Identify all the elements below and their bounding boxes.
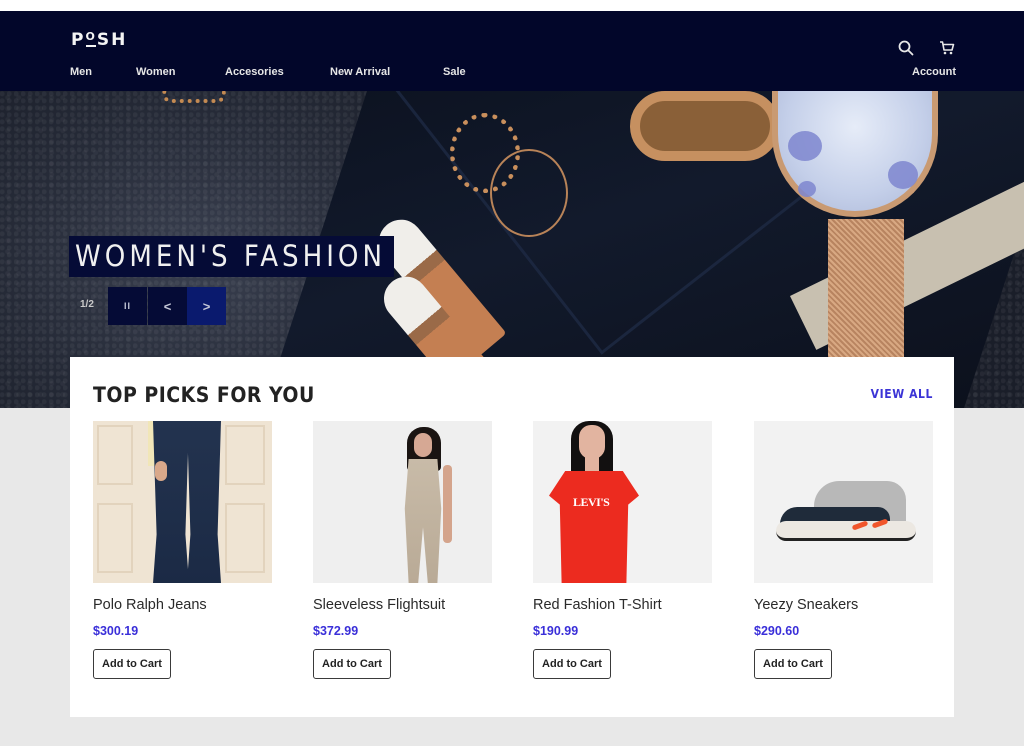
product-name[interactable]: Red Fashion T-Shirt <box>533 597 713 613</box>
pause-icon: II <box>123 301 131 311</box>
top-picks-section: TOP PICKS FOR YOU VIEW ALL Polo Ralph Je… <box>70 357 954 717</box>
model-arm <box>443 465 452 543</box>
product-price: $372.99 <box>313 624 359 638</box>
add-to-cart-button[interactable]: Add to Cart <box>754 649 832 679</box>
product-card: Polo Ralph Jeans $300.19 Add to Cart <box>93 421 273 679</box>
pause-button[interactable]: II <box>108 287 147 325</box>
brand-logo[interactable]: POSH <box>71 30 127 50</box>
logo-letter: P <box>71 30 86 50</box>
hero-hair-clip <box>630 91 780 161</box>
product-card: Yeezy Sneakers $290.60 Add to Cart <box>754 421 934 679</box>
wall-panel <box>97 503 133 573</box>
nav-link-sale[interactable]: Sale <box>443 66 466 78</box>
logo-letters: SH <box>96 30 128 50</box>
watch-flower <box>788 131 822 161</box>
product-price: $300.19 <box>93 624 139 638</box>
wall-panel <box>97 425 133 485</box>
nav-link-women[interactable]: Women <box>136 66 176 78</box>
product-name[interactable]: Yeezy Sneakers <box>754 597 934 613</box>
logo-letter-o: O <box>85 30 97 43</box>
nav-link-new-arrival[interactable]: New Arrival <box>330 66 390 78</box>
cart-button[interactable] <box>938 39 956 57</box>
hero-title: WOMEN'S FASHION <box>69 236 394 277</box>
product-image[interactable] <box>754 421 933 583</box>
product-image[interactable] <box>93 421 272 583</box>
cart-icon <box>940 41 955 55</box>
product-card: Sleeveless Flightsuit $372.99 Add to Car… <box>313 421 493 679</box>
add-to-cart-button[interactable]: Add to Cart <box>533 649 611 679</box>
next-slide-button[interactable]: > <box>187 287 226 325</box>
top-navigation: POSH Men Women Accesories New Arrival Sa… <box>0 11 1024 91</box>
section-title: TOP PICKS FOR YOU <box>93 383 315 407</box>
wall-panel <box>225 503 265 573</box>
product-image[interactable] <box>313 421 492 583</box>
product-name[interactable]: Sleeveless Flightsuit <box>313 597 493 613</box>
chevron-left-icon: < <box>163 298 172 314</box>
jumpsuit <box>404 459 442 583</box>
watch-flower <box>888 161 918 189</box>
previous-slide-button[interactable]: < <box>148 287 187 325</box>
product-image[interactable]: LEVI'S <box>533 421 712 583</box>
jeans-leg <box>153 421 189 583</box>
category-nav: Men Women Accesories New Arrival Sale Ac… <box>0 66 1024 82</box>
search-button[interactable] <box>897 39 915 57</box>
hero-chain <box>162 91 226 103</box>
slide-counter: 1/2 <box>80 299 94 310</box>
tshirt-print: LEVI'S <box>573 495 610 509</box>
jeans-leg <box>187 421 221 583</box>
hero-ring <box>490 149 568 237</box>
view-all-link[interactable]: VIEW ALL <box>871 387 933 401</box>
red-tshirt <box>549 471 639 583</box>
sneaker-sole <box>776 521 916 541</box>
product-card: LEVI'S Red Fashion T-Shirt $190.99 Add t… <box>533 421 713 679</box>
top-strip <box>0 0 1024 11</box>
add-to-cart-button[interactable]: Add to Cart <box>313 649 391 679</box>
hand <box>155 461 167 481</box>
watch-flower <box>798 181 816 197</box>
add-to-cart-button[interactable]: Add to Cart <box>93 649 171 679</box>
product-price: $190.99 <box>533 624 579 638</box>
nav-link-men[interactable]: Men <box>70 66 92 78</box>
model-face <box>579 425 605 459</box>
wall-panel <box>225 425 265 485</box>
model-face <box>414 433 432 457</box>
product-name[interactable]: Polo Ralph Jeans <box>93 597 273 613</box>
chevron-right-icon: > <box>202 298 211 314</box>
product-price: $290.60 <box>754 624 800 638</box>
search-icon <box>898 40 914 56</box>
nav-link-accessories[interactable]: Accesories <box>225 66 284 78</box>
model-neck <box>585 457 599 473</box>
nav-link-account[interactable]: Account <box>912 66 956 78</box>
